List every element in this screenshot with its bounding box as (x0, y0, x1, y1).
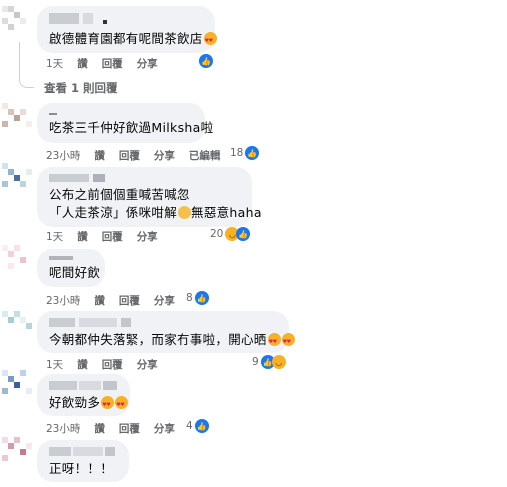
reaction-count[interactable]: 18 👍 (230, 146, 260, 160)
reply-button[interactable]: 回覆 (119, 150, 140, 162)
heart-eyes-emoji (101, 396, 115, 414)
reaction-number: 18 (230, 147, 244, 159)
comment-actions: 1天 讚 回覆 分享 (46, 357, 172, 372)
comment-actions: 1天 讚 回覆 分享 (46, 229, 172, 244)
share-button[interactable]: 分享 (154, 150, 175, 162)
heart-eyes-emoji (281, 333, 295, 351)
comment-bubble: 今朝都仲失落緊，而家冇事啦，開心晒 (37, 311, 295, 353)
reaction-number: 9 (252, 356, 259, 368)
like-icon: 👍 (194, 291, 209, 305)
comment-bubble: 正呀！！！ (37, 440, 129, 482)
reaction-count[interactable]: 👍 (199, 54, 213, 68)
timestamp[interactable]: 23小時 (46, 150, 80, 162)
haha-icon: ◡ (271, 355, 286, 369)
edited-label: 已編輯 (188, 150, 221, 162)
reaction-count[interactable]: 20 ◡ 👍 (210, 227, 251, 241)
rofl-emoji (178, 206, 192, 219)
commenter-name-blurred[interactable] (49, 110, 193, 116)
timestamp[interactable]: 1天 (46, 58, 63, 70)
comment-text-line2: 「人走茶涼」係咪咁解 無惡意haha (49, 205, 262, 220)
smiling-hearts-emoji (203, 32, 217, 50)
comment-text: 啟德體育園都有呢間茶飲店 (49, 30, 217, 50)
like-icon: 👍 (199, 54, 213, 68)
comment-text: 吃茶三千仲好飲過Milksha啦 (49, 120, 214, 135)
avatar[interactable] (2, 103, 36, 137)
comment-actions: 23小時 讚 回覆 分享 (46, 293, 189, 308)
share-button[interactable]: 分享 (137, 58, 158, 70)
like-button[interactable]: 讚 (77, 58, 88, 70)
avatar[interactable] (2, 311, 36, 345)
view-replies-link[interactable]: 查看 1 則回覆 (44, 80, 118, 96)
reply-button[interactable]: 回覆 (119, 295, 140, 307)
commenter-name-blurred[interactable] (49, 174, 240, 182)
like-icon: 👍 (194, 419, 209, 433)
avatar[interactable] (2, 245, 36, 279)
avatar[interactable] (2, 370, 36, 404)
reply-button[interactable]: 回覆 (119, 423, 140, 435)
share-button[interactable]: 分享 (137, 231, 158, 243)
thread-connector (19, 42, 34, 88)
comment-bubble: 公布之前個個重喊苦喊忽 「人走茶涼」係咪咁解 無惡意haha (37, 167, 262, 227)
avatar[interactable] (2, 6, 36, 40)
like-button[interactable]: 讚 (94, 423, 105, 435)
heart-eyes-emoji (115, 396, 129, 414)
like-button[interactable]: 讚 (94, 150, 105, 162)
commenter-name-blurred[interactable] (49, 318, 277, 327)
comment-bubble: 呢間好飲 (37, 249, 105, 287)
timestamp[interactable]: 1天 (46, 231, 63, 243)
commenter-name-blurred[interactable] (49, 13, 203, 25)
heart-eyes-emoji (267, 333, 281, 351)
comment-bubble: 啟德體育園都有呢間茶飲店 (37, 6, 217, 53)
comment-actions: 23小時 讚 回覆 分享 (46, 421, 189, 436)
comment-text: 呢間好飲 (49, 265, 101, 280)
reaction-count[interactable]: 4 👍 (186, 419, 209, 433)
comment-text: 公布之前個個重喊苦喊忽 (49, 187, 190, 202)
comment-bubble: 吃茶三千仲好飲過Milksha啦 (37, 103, 214, 143)
reaction-count[interactable]: 8 👍 (186, 291, 209, 305)
comment-actions: 1天 讚 回覆 分享 (46, 56, 172, 71)
reply-button[interactable]: 回覆 (102, 231, 123, 243)
comment-text: 好飲勁多 (49, 394, 129, 414)
comment-actions: 23小時 讚 回覆 分享 已編輯 (46, 148, 234, 163)
comment-text: 今朝都仲失落緊，而家冇事啦，開心晒 (49, 331, 295, 351)
like-icon: 👍 (245, 146, 260, 160)
reaction-number: 8 (186, 292, 193, 304)
timestamp[interactable]: 23小時 (46, 423, 80, 435)
comment-text: 正呀！！！ (49, 461, 114, 476)
comment-bubble: 好飲勁多 (37, 374, 130, 416)
timestamp[interactable]: 1天 (46, 359, 63, 371)
commenter-name-blurred[interactable] (49, 381, 118, 390)
like-icon: 👍 (236, 227, 251, 241)
share-button[interactable]: 分享 (137, 359, 158, 371)
avatar[interactable] (2, 437, 36, 471)
commenter-name-blurred[interactable] (49, 256, 93, 261)
reaction-number: 4 (186, 420, 193, 432)
like-button[interactable]: 讚 (94, 295, 105, 307)
reaction-count[interactable]: 9 👍 ◡ (252, 355, 286, 369)
reaction-number: 20 (210, 228, 224, 240)
avatar[interactable] (2, 163, 36, 197)
share-button[interactable]: 分享 (154, 295, 175, 307)
timestamp[interactable]: 23小時 (46, 295, 80, 307)
like-button[interactable]: 讚 (77, 359, 88, 371)
share-button[interactable]: 分享 (154, 423, 175, 435)
commenter-name-blurred[interactable] (49, 447, 117, 456)
like-button[interactable]: 讚 (77, 231, 88, 243)
reply-button[interactable]: 回覆 (102, 359, 123, 371)
reply-button[interactable]: 回覆 (102, 58, 123, 70)
